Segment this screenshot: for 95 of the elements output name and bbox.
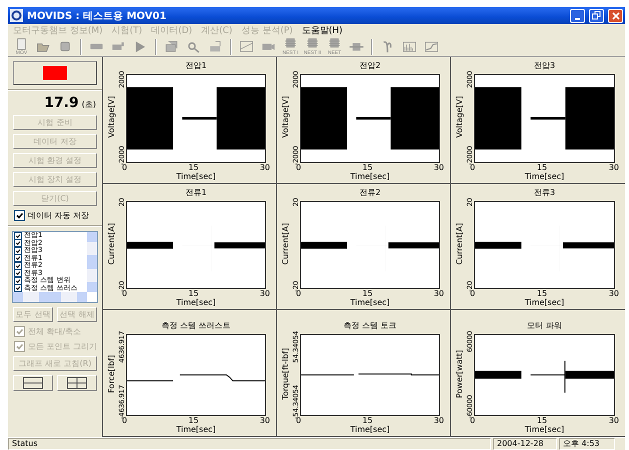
axis-label: Time[sec] — [350, 172, 390, 182]
scrollbar[interactable] — [13, 292, 87, 302]
tick-label: 30 — [434, 162, 444, 172]
tick-label: 0 — [296, 162, 302, 172]
search-icon — [186, 40, 201, 53]
tick-label: 30 — [260, 162, 270, 172]
tick-label: 0 — [296, 416, 302, 425]
axis-label: Time[sec] — [350, 424, 390, 435]
tick-label: 15 — [362, 289, 373, 298]
close-icon — [612, 12, 620, 20]
checkbox-label: 전체 확대/축소 — [28, 326, 82, 337]
axis-label: Torque[ft-lbf] — [281, 348, 290, 400]
split-grid-button[interactable] — [57, 375, 97, 391]
tick-label: 15 — [188, 289, 199, 298]
tick-label: 15 — [362, 162, 373, 172]
tick-label: 30 — [608, 162, 619, 172]
axis-label: Current[A] — [281, 222, 290, 264]
checkbox-label: 데이터 자동 저장 — [28, 210, 90, 221]
status-time: 오후 4:53 — [559, 438, 615, 450]
axis-label: Time[sec] — [350, 298, 390, 308]
checkbox[interactable] — [14, 210, 25, 221]
axis-label: Voltage[V] — [107, 96, 116, 138]
tick-label: 0 — [470, 289, 476, 298]
plot-title: 전류2 — [358, 186, 382, 198]
tick-label: 0 — [470, 416, 476, 425]
restore-button[interactable] — [589, 8, 604, 22]
plot-title: 전류1 — [184, 186, 208, 198]
checkbox[interactable] — [14, 284, 22, 292]
status-text: Status — [8, 438, 491, 450]
tick-label: 15 — [536, 162, 548, 172]
status-lamp — [43, 66, 67, 80]
status-date: 2004-12-28 — [493, 438, 557, 450]
scroll-thumb[interactable] — [39, 292, 61, 302]
checkbox-label: 모든 포인트 그리기 — [28, 341, 98, 352]
tick-label: 15 — [536, 416, 548, 425]
tick-label: 0 — [122, 289, 128, 298]
tick-label: 30 — [608, 289, 619, 298]
axis-label: Voltage[V] — [281, 96, 290, 138]
tick-label: 0 — [122, 416, 128, 425]
axis-label: Current[A] — [107, 222, 116, 264]
tick-label: 0 — [296, 289, 302, 298]
restore-icon — [592, 11, 601, 20]
stack-icon — [305, 38, 320, 50]
axis-label: Power[watt] — [455, 350, 464, 398]
tick-label: 30 — [260, 289, 270, 298]
tick-label: 15 — [188, 416, 199, 425]
axis-label: Time[sec] — [524, 298, 564, 308]
checkbox[interactable] — [14, 269, 22, 278]
minimize-button[interactable] — [570, 8, 585, 22]
plot-title: 전압2 — [358, 60, 382, 71]
axis-label: Time[sec] — [176, 298, 216, 308]
status-lamp-button[interactable] — [13, 61, 97, 85]
plot-title: 전압1 — [184, 60, 208, 71]
tick-label: 0 — [470, 162, 476, 172]
plot-title: 측정 스템 쓰러스트 — [160, 320, 232, 332]
tick-label: 30 — [608, 416, 619, 425]
plot-title: 전류3 — [532, 186, 556, 198]
export-icon — [208, 40, 223, 53]
time-unit: (초) — [82, 99, 96, 110]
window-title: MOVIDS : 테스트용 MOV01 — [27, 10, 168, 22]
stack-icon — [283, 38, 298, 50]
curve-icon — [424, 40, 439, 53]
elapsed-time: 17.9 — [44, 95, 79, 111]
connector-icon — [349, 40, 364, 53]
tick-label: 15 — [362, 416, 373, 425]
histogram-icon — [402, 40, 417, 53]
axis-label: Time[sec] — [176, 424, 216, 435]
menu-item[interactable]: 도움말(H) — [302, 24, 343, 37]
axis-label: Force[lbf] — [107, 354, 116, 393]
checkbox[interactable] — [14, 239, 22, 248]
copy-icon — [164, 40, 179, 53]
stack-icon — [327, 38, 342, 50]
tick-label: 30 — [434, 416, 444, 425]
split-rows-button[interactable] — [13, 375, 53, 391]
scrollbar[interactable] — [87, 232, 97, 292]
axis-label: Time[sec] — [524, 172, 564, 182]
tick-label: 0 — [122, 162, 128, 172]
chart-icon — [239, 40, 254, 53]
checkbox[interactable] — [14, 254, 22, 262]
tick-label: 30 — [434, 289, 444, 298]
app-icon — [10, 9, 23, 22]
plot-title: 측정 스템 토크 — [342, 320, 398, 332]
scroll-thumb[interactable] — [87, 255, 97, 269]
close-button[interactable] — [608, 8, 623, 22]
tick-label: 30 — [260, 416, 270, 425]
play-icon — [133, 40, 148, 53]
axis-label: Time[sec] — [176, 172, 216, 182]
tick-label: 15 — [188, 162, 199, 172]
minimize-icon — [575, 18, 580, 20]
tick-label: 15 — [536, 289, 548, 298]
plot-title: 전압3 — [532, 60, 556, 71]
plot-title: 모터 파워 — [526, 320, 563, 332]
axis-label: Voltage[V] — [455, 96, 464, 138]
axis-label: Current[A] — [455, 222, 464, 264]
axis-label: Time[sec] — [524, 424, 564, 435]
